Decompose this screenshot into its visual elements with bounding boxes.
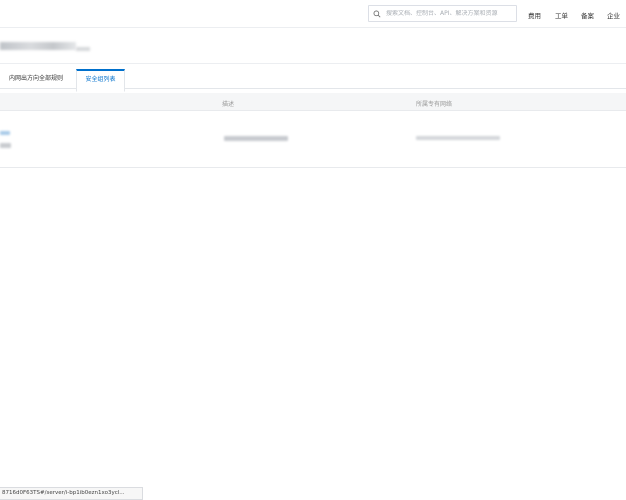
nav-tickets[interactable]: 工单: [555, 10, 568, 20]
tab-intranet-egress-rules[interactable]: 内网出方向全部规则: [9, 70, 63, 90]
global-search[interactable]: [368, 5, 517, 22]
top-bar: 费用 工单 备案 企业: [0, 0, 626, 28]
table-row[interactable]: [0, 111, 626, 168]
vpc-id-redacted[interactable]: [416, 136, 500, 140]
security-group-name-redacted: [0, 143, 11, 148]
column-vpc[interactable]: 所属专有网络: [416, 99, 452, 108]
nav-fees[interactable]: 费用: [528, 10, 541, 20]
tab-bar: 内网出方向全部规则 安全组列表: [0, 63, 626, 92]
column-description[interactable]: 描述: [222, 99, 234, 108]
description-redacted: [224, 136, 288, 141]
status-bar-url: 8716d0F63TS#/server/i-bp1ib0ezn1xo3ycl..…: [0, 487, 143, 500]
search-input[interactable]: [386, 10, 516, 17]
nav-filing[interactable]: 备案: [581, 10, 594, 20]
search-icon: [373, 10, 381, 17]
table-header: 描述 所属专有网络: [0, 93, 626, 111]
page-title-redacted-tail: [76, 47, 90, 51]
tab-security-group-list[interactable]: 安全组列表: [76, 69, 125, 92]
security-group-id-link-redacted[interactable]: [0, 131, 10, 135]
nav-enterprise[interactable]: 企业: [607, 10, 620, 20]
page-title-redacted: [0, 42, 76, 50]
